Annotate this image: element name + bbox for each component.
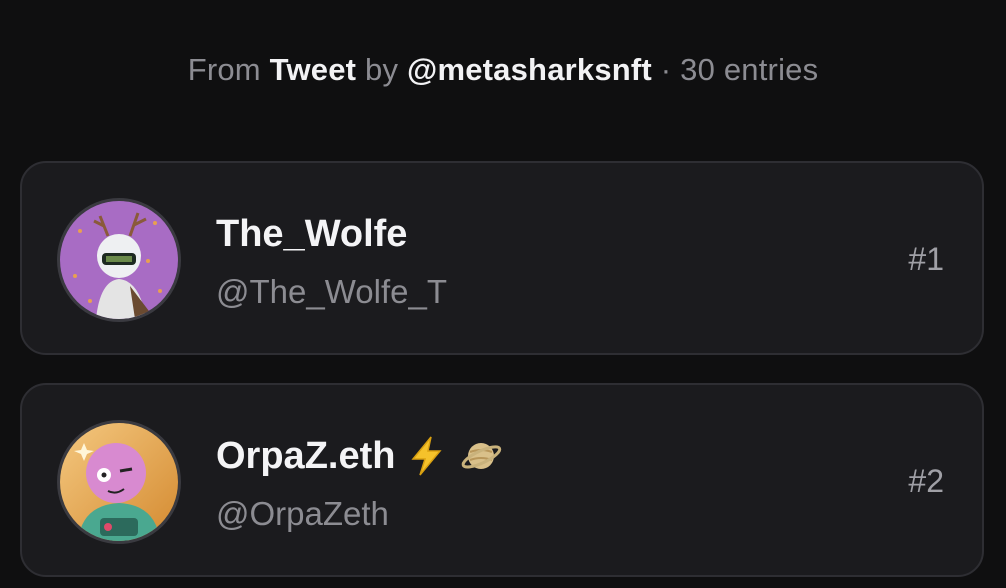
orpaz-avatar-icon[interactable] (57, 420, 181, 544)
rank-label: #2 (908, 463, 944, 499)
source-summary: From Tweet by @metasharksnft · 30 entrie… (0, 52, 1006, 88)
lightning-emoji-icon (405, 434, 449, 478)
display-name[interactable]: OrpaZ.eth (216, 435, 395, 478)
display-name[interactable]: The_Wolfe (216, 213, 407, 256)
user-handle[interactable]: @The_Wolfe_T (216, 273, 447, 311)
from-label: From (187, 52, 261, 87)
wolfe-avatar-icon[interactable] (57, 198, 181, 322)
author-handle-link[interactable]: @metasharksnft (407, 52, 652, 87)
user-handle[interactable]: @OrpaZeth (216, 495, 389, 533)
rank-label: #1 (908, 241, 944, 277)
entry-card[interactable]: The_Wolfe @The_Wolfe_T #1 (20, 161, 984, 355)
entries-page: From Tweet by @metasharksnft · 30 entrie… (0, 0, 1006, 588)
entry-card[interactable]: OrpaZ.eth @OrpaZeth #2 (20, 383, 984, 577)
source-type-link[interactable]: Tweet (270, 52, 357, 87)
name-row: The_Wolfe (216, 211, 407, 257)
entries-count: 30 entries (680, 52, 819, 87)
by-label: by (365, 52, 399, 87)
separator-dot: · (660, 52, 672, 87)
ringed-planet-emoji-icon (459, 434, 503, 478)
name-row: OrpaZ.eth (216, 433, 503, 479)
